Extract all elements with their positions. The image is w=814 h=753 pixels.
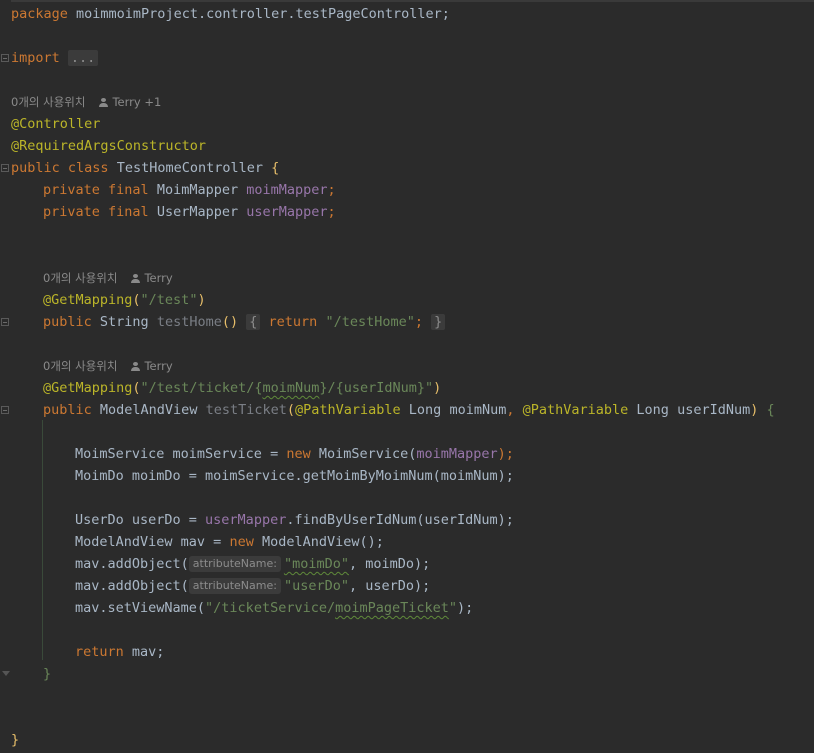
import-line[interactable]: import ... xyxy=(11,47,99,69)
line-model-and-view[interactable]: ModelAndView mav = new ModelAndView(); xyxy=(75,531,384,553)
fold-import-icon[interactable] xyxy=(1,54,9,62)
code-editor[interactable]: package moimmoimProject.controller.testP… xyxy=(0,0,814,753)
fold-class-icon[interactable] xyxy=(1,164,9,172)
editor-top-border xyxy=(0,0,814,2)
user-icon xyxy=(131,274,141,283)
fold-end-icon[interactable] xyxy=(2,671,10,676)
fold-testhome-icon[interactable] xyxy=(1,318,9,326)
method-testhome[interactable]: public String testHome() { return "/test… xyxy=(43,311,446,333)
param-hint: attributeName: xyxy=(188,556,281,572)
user-icon xyxy=(131,362,141,371)
usage-hint-testticket[interactable]: 0개의 사용위치 Terry xyxy=(43,355,173,377)
getmapping-ticket[interactable]: @GetMapping("/test/ticket/{moimNum}/{use… xyxy=(43,377,441,399)
line-moim-service[interactable]: MoimService moimService = new MoimServic… xyxy=(75,443,514,465)
line-moim-do[interactable]: MoimDo moimDo = moimService.getMoimByMoi… xyxy=(75,465,514,487)
line-add-object-userdo[interactable]: mav.addObject(attributeName: "userDo", us… xyxy=(75,575,430,597)
usage-hint-testhome[interactable]: 0개의 사용위치 Terry xyxy=(43,267,173,289)
fold-testticket-icon[interactable] xyxy=(1,406,9,414)
param-hint: attributeName: xyxy=(188,578,281,594)
usage-hint-class[interactable]: 0개의 사용위치 Terry +1 xyxy=(11,91,161,113)
line-add-object-moimdo[interactable]: mav.addObject(attributeName: "moimDo", mo… xyxy=(75,553,430,575)
method-close-brace[interactable]: } xyxy=(43,663,51,685)
field-user-mapper[interactable]: private final UserMapper userMapper; xyxy=(43,201,336,223)
folded-imports[interactable]: ... xyxy=(67,50,99,66)
editor-gutter xyxy=(0,0,11,753)
getmapping-test[interactable]: @GetMapping("/test") xyxy=(43,289,206,311)
indent-guide xyxy=(42,420,43,660)
method-testticket[interactable]: public ModelAndView testTicket(@PathVari… xyxy=(43,399,775,421)
annotation-required-args[interactable]: @RequiredArgsConstructor xyxy=(11,135,206,157)
user-icon xyxy=(99,98,109,107)
line-return-mav[interactable]: return mav; xyxy=(75,641,164,663)
line-user-do[interactable]: UserDo userDo = userMapper.findByUserIdN… xyxy=(75,509,514,531)
class-declaration[interactable]: public class TestHomeController { xyxy=(11,157,279,179)
field-moim-mapper[interactable]: private final MoimMapper moimMapper; xyxy=(43,179,336,201)
line-set-view-name[interactable]: mav.setViewName("/ticketService/moimPage… xyxy=(75,597,473,619)
annotation-controller[interactable]: @Controller xyxy=(11,113,100,135)
class-close-brace[interactable]: } xyxy=(11,729,19,751)
package-line[interactable]: package moimmoimProject.controller.testP… xyxy=(11,3,450,25)
